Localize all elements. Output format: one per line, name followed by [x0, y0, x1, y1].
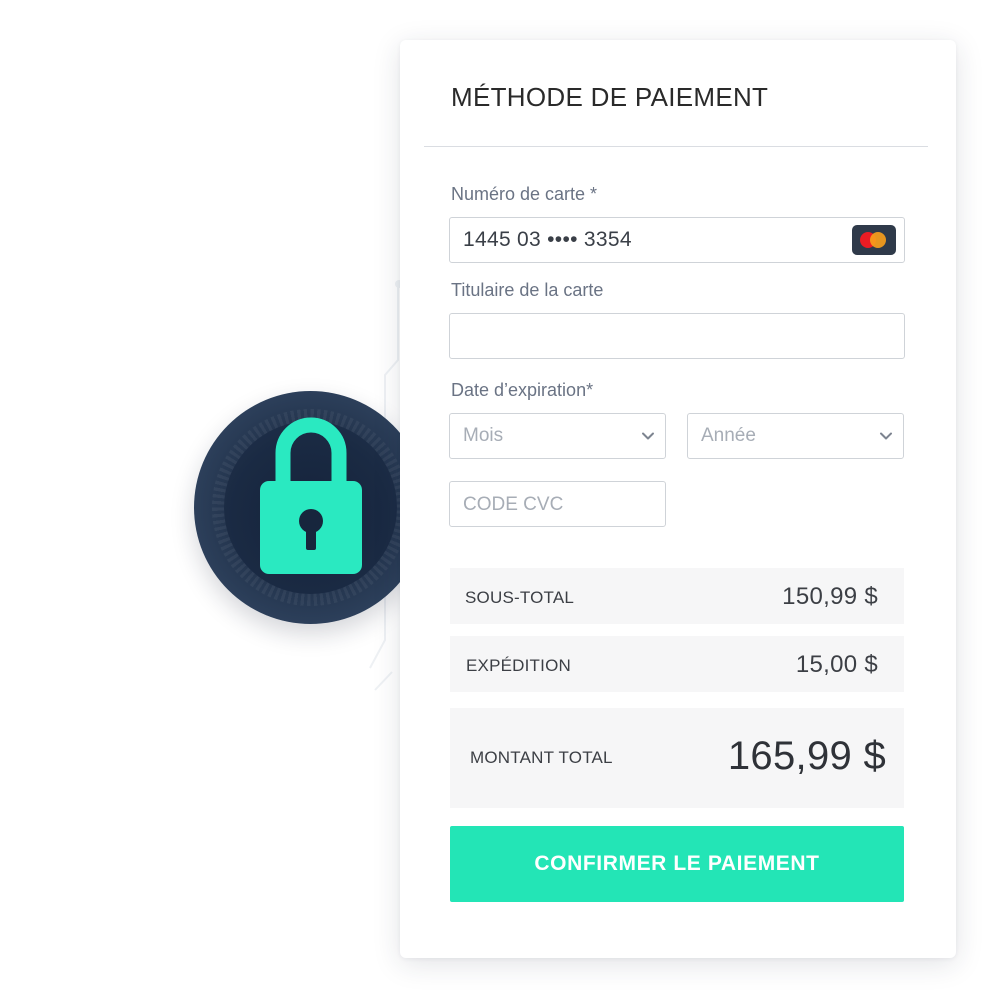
- lock-badge: [194, 391, 427, 624]
- year-select[interactable]: Année: [687, 413, 904, 459]
- card-holder-label: Titulaire de la carte: [451, 280, 604, 300]
- total-row: MONTANT TOTAL 165,99 $: [450, 708, 904, 808]
- total-label: MONTANT TOTAL: [470, 748, 613, 767]
- subtotal-value: 150,99 $: [782, 583, 878, 610]
- mastercard-icon: [852, 225, 896, 255]
- payment-card: MÉTHODE DE PAIEMENT Numéro de carte * 14…: [400, 40, 956, 958]
- page: MÉTHODE DE PAIEMENT Numéro de carte * 14…: [0, 0, 996, 998]
- month-select[interactable]: Mois: [449, 413, 666, 459]
- subtotal-label: SOUS-TOTAL: [465, 588, 575, 607]
- card-holder-input[interactable]: [449, 313, 905, 359]
- month-placeholder: Mois: [463, 425, 504, 446]
- confirm-payment-button[interactable]: CONFIRMER LE PAIEMENT: [450, 826, 904, 902]
- total-value: 165,99 $: [727, 734, 886, 778]
- cvc-placeholder: CODE CVC: [463, 494, 564, 515]
- year-placeholder: Année: [701, 425, 756, 446]
- shipping-row: EXPÉDITION 15,00 $: [450, 636, 904, 692]
- expiry-label: Date d’expiration*: [451, 380, 594, 400]
- payment-title: MÉTHODE DE PAIEMENT: [451, 82, 769, 112]
- card-number-input[interactable]: 1445 03 •••• 3354: [449, 217, 905, 263]
- title-divider: [424, 146, 928, 147]
- card-number-label: Numéro de carte *: [451, 184, 598, 204]
- shipping-label: EXPÉDITION: [466, 656, 571, 675]
- chevron-down-icon: [642, 432, 654, 440]
- padlock-icon: [260, 417, 362, 574]
- card-number-value: 1445 03 •••• 3354: [463, 228, 632, 251]
- subtotal-row: SOUS-TOTAL 150,99 $: [450, 568, 904, 624]
- cvc-input[interactable]: CODE CVC: [449, 481, 666, 527]
- shipping-value: 15,00 $: [795, 651, 878, 678]
- chevron-down-icon: [880, 432, 892, 440]
